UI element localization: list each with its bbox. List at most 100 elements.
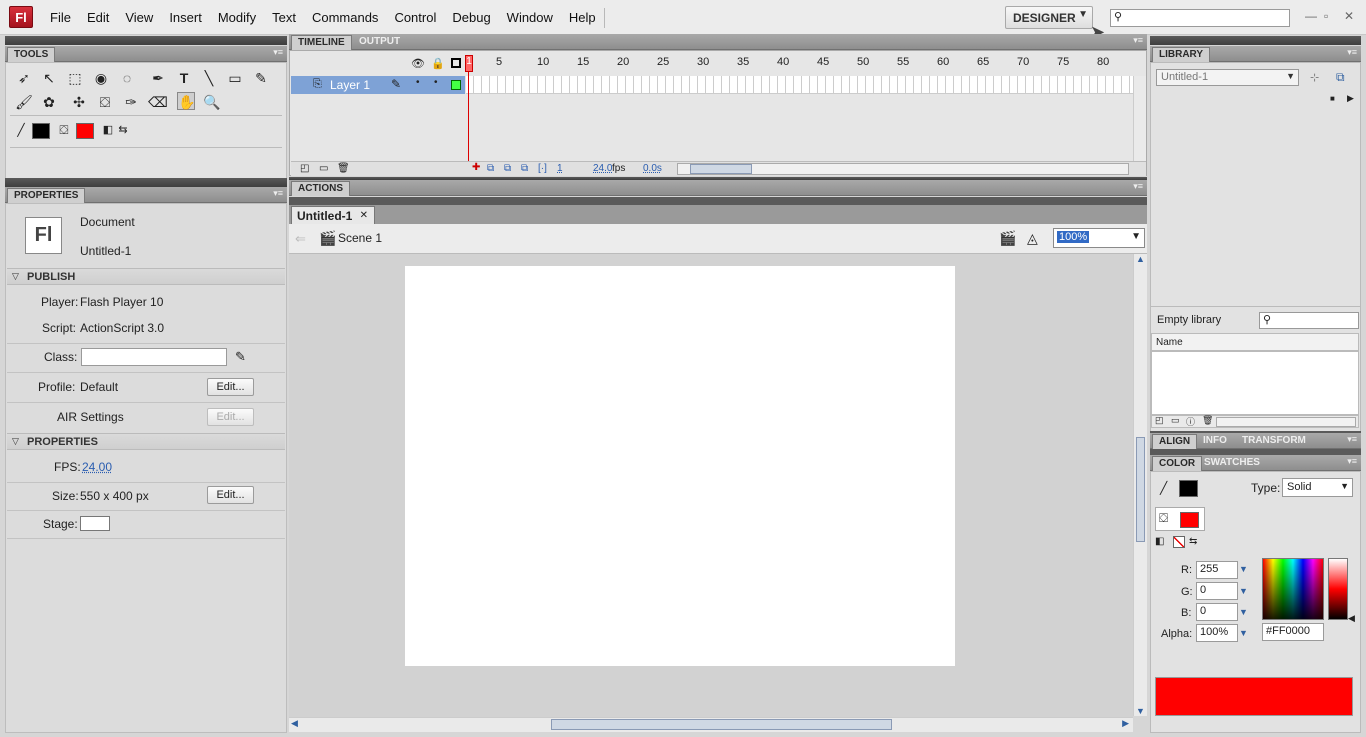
stop-icon[interactable]: ■ xyxy=(1330,94,1335,103)
zoom-select[interactable]: 100% ▼ xyxy=(1053,228,1145,248)
layer-outline-color[interactable] xyxy=(451,80,461,90)
scroll-thumb[interactable] xyxy=(690,164,752,174)
delete-icon[interactable]: 🗑 xyxy=(1202,415,1213,426)
tab-actions[interactable]: ACTIONS xyxy=(291,181,350,196)
color-type-select[interactable]: Solid ▼ xyxy=(1282,478,1353,497)
free-transform-tool-icon[interactable]: ⬚ xyxy=(66,69,84,87)
center-frame-icon[interactable]: ✚ xyxy=(472,162,480,173)
subselection-tool-icon[interactable]: ↖ xyxy=(40,69,58,87)
options-menu-icon[interactable]: ▾≡ xyxy=(1347,456,1357,467)
scroll-down-icon[interactable]: ▼ xyxy=(1136,706,1145,716)
menu-edit[interactable]: Edit xyxy=(79,10,117,25)
outline-icon[interactable] xyxy=(451,58,461,68)
edit-multiple-frames-icon[interactable]: ⧉ xyxy=(521,163,528,174)
rectangle-tool-icon[interactable]: ▭ xyxy=(226,69,244,87)
delete-layer-icon[interactable]: 🗑 xyxy=(337,163,350,174)
text-tool-icon[interactable]: T xyxy=(175,69,193,87)
library-name-column[interactable]: Name xyxy=(1151,333,1359,351)
pin-library-icon[interactable]: ⊹ xyxy=(1310,71,1319,84)
brush-tool-icon[interactable]: 🖌 xyxy=(15,93,33,111)
onion-skin-icon[interactable]: ⧉ xyxy=(487,163,494,174)
tab-transform[interactable]: TRANSFORM xyxy=(1236,434,1312,449)
scene-label[interactable]: Scene 1 xyxy=(338,231,382,245)
fill-color-swatch[interactable] xyxy=(1180,512,1199,528)
new-library-icon[interactable]: ⧉ xyxy=(1336,70,1345,85)
swap-colors-icon[interactable]: ⇆ xyxy=(114,121,132,139)
edit-symbols-icon[interactable]: ◬ xyxy=(1027,230,1038,247)
play-icon[interactable]: ▶ xyxy=(1347,93,1354,104)
stage-hscroll[interactable]: ◀ ▶ xyxy=(289,717,1133,732)
tab-timeline[interactable]: TIMELINE xyxy=(291,35,352,50)
options-menu-icon[interactable]: ▾≡ xyxy=(273,188,283,199)
swap-colors-icon[interactable]: ⇆ xyxy=(1189,536,1197,547)
library-document-select[interactable]: Untitled-1 ▼ xyxy=(1156,69,1299,86)
fill-color-control[interactable]: ⛋ xyxy=(1155,507,1205,531)
timeline-vscroll[interactable] xyxy=(1133,76,1146,161)
profile-edit-button[interactable]: Edit... xyxy=(207,378,254,396)
library-hscroll[interactable] xyxy=(1216,417,1356,427)
menu-commands[interactable]: Commands xyxy=(304,10,386,25)
size-edit-button[interactable]: Edit... xyxy=(207,486,254,504)
tab-library[interactable]: LIBRARY xyxy=(1152,47,1211,62)
pencil-tool-icon[interactable]: ✎ xyxy=(252,69,270,87)
no-color-icon[interactable] xyxy=(1173,536,1185,548)
menu-text[interactable]: Text xyxy=(264,10,304,25)
current-frame[interactable]: 1 xyxy=(557,163,563,174)
scroll-right-icon[interactable]: ▶ xyxy=(1122,718,1129,729)
chevron-down-icon[interactable]: ▼ xyxy=(1239,564,1248,574)
scroll-thumb[interactable] xyxy=(551,719,892,730)
stroke-color-swatch[interactable] xyxy=(32,123,50,139)
chevron-down-icon[interactable]: ▼ xyxy=(1239,607,1248,617)
menu-view[interactable]: View xyxy=(117,10,161,25)
selection-tool-icon[interactable]: ➶ xyxy=(15,69,33,87)
menu-file[interactable]: File xyxy=(42,10,79,25)
deco-tool-icon[interactable]: ✿ xyxy=(40,93,58,111)
red-input[interactable]: 255 xyxy=(1196,561,1238,579)
color-spectrum-picker[interactable] xyxy=(1262,558,1324,620)
menu-modify[interactable]: Modify xyxy=(210,10,264,25)
frames-strip[interactable] xyxy=(466,76,1133,94)
close-icon[interactable]: ✕ xyxy=(360,210,368,221)
layer-name[interactable]: Layer 1 xyxy=(330,78,370,92)
chevron-down-icon[interactable]: ▼ xyxy=(1239,586,1248,596)
new-symbol-icon[interactable]: ◰ xyxy=(1155,415,1164,426)
chevron-down-icon[interactable]: ▼ xyxy=(1239,628,1248,638)
stage-color-swatch[interactable] xyxy=(80,516,110,531)
stage-vscroll[interactable]: ▲ ▼ xyxy=(1133,254,1147,716)
tab-info[interactable]: INFO xyxy=(1197,434,1233,449)
maximize-icon[interactable]: ▫ xyxy=(1324,9,1328,23)
air-edit-button[interactable]: Edit... xyxy=(207,408,254,426)
lasso-tool-icon[interactable]: ◌ xyxy=(118,69,136,87)
fps-value[interactable]: 24.00 xyxy=(82,460,112,474)
playhead[interactable]: 1 xyxy=(465,55,473,72)
eraser-tool-icon[interactable]: ⌫ xyxy=(148,93,168,111)
workspace-switcher[interactable]: DESIGNER ▼ xyxy=(1005,6,1093,29)
help-search-input[interactable]: ⚲ xyxy=(1110,9,1290,27)
fill-color-swatch[interactable] xyxy=(76,123,94,139)
tab-color[interactable]: COLOR xyxy=(1152,456,1203,471)
new-folder-icon[interactable]: ▭ xyxy=(1171,415,1180,426)
edit-scene-icon[interactable]: 🎬 xyxy=(999,230,1016,247)
publish-section-header[interactable]: PUBLISH xyxy=(7,268,285,285)
pen-tool-icon[interactable]: ✒ xyxy=(149,69,167,87)
lock-icon[interactable]: 🔒 xyxy=(431,57,445,70)
brightness-slider[interactable] xyxy=(1328,558,1348,620)
hand-tool-icon[interactable]: ✋ xyxy=(177,92,195,110)
stroke-color-swatch[interactable] xyxy=(1179,480,1198,497)
lock-dot-icon[interactable]: • xyxy=(434,77,438,88)
menu-help[interactable]: Help xyxy=(561,10,604,25)
stage-canvas[interactable] xyxy=(405,266,955,666)
tab-align[interactable]: ALIGN xyxy=(1152,434,1198,449)
options-menu-icon[interactable]: ▾≡ xyxy=(1133,181,1143,192)
new-folder-icon[interactable]: ▭ xyxy=(319,163,328,174)
options-menu-icon[interactable]: ▾≡ xyxy=(1347,434,1357,445)
new-layer-icon[interactable]: ◰ xyxy=(300,163,309,174)
menu-window[interactable]: Window xyxy=(499,10,561,25)
zoom-tool-icon[interactable]: 🔍 xyxy=(203,93,221,111)
alpha-input[interactable]: 100% xyxy=(1196,624,1238,642)
tab-output[interactable]: OUTPUT xyxy=(353,35,406,50)
eyedropper-tool-icon[interactable]: ✑ xyxy=(122,93,140,111)
options-menu-icon[interactable]: ▾≡ xyxy=(1133,35,1143,46)
class-input[interactable] xyxy=(81,348,227,366)
line-tool-icon[interactable]: ╲ xyxy=(200,69,218,87)
